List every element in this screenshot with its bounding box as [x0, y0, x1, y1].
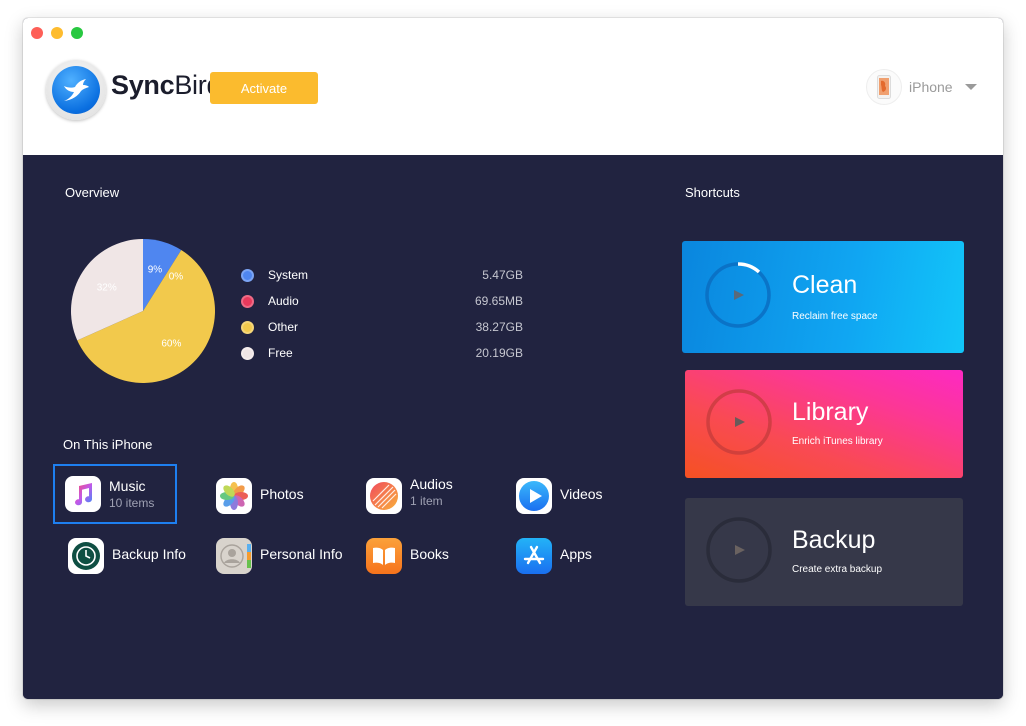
item-label: Audios — [410, 476, 453, 492]
header-bar: SyncBird Activate iPhone — [23, 18, 1003, 155]
legend-value: 5.47GB — [482, 268, 523, 282]
legend-value: 20.19GB — [475, 346, 523, 360]
personal-info-icon — [216, 538, 252, 574]
category-apps[interactable]: Apps — [504, 526, 628, 586]
legend-dot-system — [241, 268, 254, 282]
item-label: Backup Info — [112, 546, 186, 562]
app-logo — [46, 60, 106, 120]
personal-info-text: Personal Info — [260, 546, 343, 562]
music-icon — [65, 476, 101, 512]
legend-row-audio: Audio 69.65MB — [241, 288, 523, 314]
legend-row-free: Free 20.19GB — [241, 340, 523, 366]
pie-label-free: 32% — [97, 282, 117, 293]
app-name: SyncBird — [111, 70, 221, 101]
chevron-down-icon — [964, 84, 977, 90]
item-label: Personal Info — [260, 546, 343, 562]
play-icon — [735, 545, 745, 555]
legend-name: Free — [268, 346, 293, 360]
progress-ring — [706, 389, 772, 455]
item-count: 1 item — [410, 494, 443, 508]
storage-pie-chart: 9% 0% 60% 32% — [71, 239, 215, 383]
legend-value: 69.65MB — [474, 294, 523, 308]
shortcut-title: Library — [792, 398, 869, 426]
books-icon — [366, 538, 402, 574]
shortcut-library[interactable]: Library Enrich iTunes library — [685, 370, 963, 478]
shortcut-title: Backup — [792, 526, 876, 554]
app-name-bold: Sync — [111, 70, 175, 100]
item-label: Videos — [560, 486, 603, 502]
app-window: SyncBird Activate iPhone Overview 9% 0% 60… — [23, 18, 1003, 699]
backup-info-text: Backup Info — [112, 546, 186, 562]
legend-dot-audio — [241, 294, 254, 308]
progress-ring — [706, 517, 772, 583]
pie-label-audio: 0% — [169, 271, 184, 282]
play-icon — [734, 290, 744, 300]
legend-dot-free — [241, 346, 254, 360]
legend-dot-other — [241, 320, 254, 334]
item-count: 10 items — [109, 496, 155, 510]
legend-row-system: System 5.47GB — [241, 262, 523, 288]
music-text: Music 10 items — [109, 478, 154, 510]
bird-icon — [52, 66, 100, 114]
category-books[interactable]: Books — [354, 526, 478, 586]
backup-info-icon — [68, 538, 104, 574]
item-label: Photos — [260, 486, 304, 502]
minimize-window-button[interactable] — [51, 27, 63, 39]
videos-text: Videos — [560, 486, 603, 502]
category-videos[interactable]: Videos — [504, 466, 628, 526]
overview-title: Overview — [65, 185, 120, 200]
shortcut-subtitle: Enrich iTunes library — [792, 436, 883, 447]
shortcut-subtitle: Create extra backup — [792, 564, 883, 575]
shortcut-title: Clean — [792, 271, 858, 299]
audios-icon — [366, 478, 402, 514]
shortcut-clean[interactable]: Clean Reclaim free space — [682, 241, 964, 353]
device-name: iPhone — [909, 79, 953, 95]
pie-label-system: 9% — [148, 264, 163, 275]
iphone-device-icon — [866, 69, 902, 105]
activate-button[interactable]: Activate — [210, 72, 318, 104]
storage-legend: System 5.47GB Audio 69.65MB Other 38.27G… — [241, 262, 523, 366]
books-text: Books — [410, 546, 449, 562]
item-label: Music — [109, 478, 146, 494]
close-window-button[interactable] — [31, 27, 43, 39]
apps-icon — [516, 538, 552, 574]
legend-value: 38.27GB — [475, 320, 523, 334]
legend-row-other: Other 38.27GB — [241, 314, 523, 340]
category-photos[interactable]: Photos — [204, 466, 328, 526]
legend-name: Other — [268, 320, 299, 334]
category-music[interactable]: Music 10 items — [53, 464, 177, 524]
photos-icon — [216, 478, 252, 514]
on-this-iphone-title: On This iPhone — [63, 437, 153, 452]
zoom-window-button[interactable] — [71, 27, 83, 39]
item-label: Apps — [560, 546, 592, 562]
item-label: Books — [410, 546, 449, 562]
category-backup-info[interactable]: Backup Info — [56, 526, 186, 586]
apps-text: Apps — [560, 546, 592, 562]
pie-label-other: 60% — [161, 339, 181, 350]
category-personal-info[interactable]: Personal Info — [204, 526, 343, 586]
shortcut-subtitle: Reclaim free space — [792, 311, 878, 322]
category-audios[interactable]: Audios 1 item — [354, 466, 478, 526]
shortcuts-title: Shortcuts — [685, 185, 740, 200]
play-icon — [735, 417, 745, 427]
legend-name: Audio — [268, 294, 299, 308]
main-content: Overview 9% 0% 60% 32% System 5.47GB Audio … — [23, 155, 1003, 699]
shortcut-backup[interactable]: Backup Create extra backup — [685, 498, 963, 606]
device-selector[interactable]: iPhone — [866, 69, 977, 105]
audios-text: Audios 1 item — [410, 476, 453, 508]
progress-ring — [705, 262, 771, 328]
legend-name: System — [268, 268, 309, 282]
videos-icon — [516, 478, 552, 514]
photos-text: Photos — [260, 486, 304, 502]
